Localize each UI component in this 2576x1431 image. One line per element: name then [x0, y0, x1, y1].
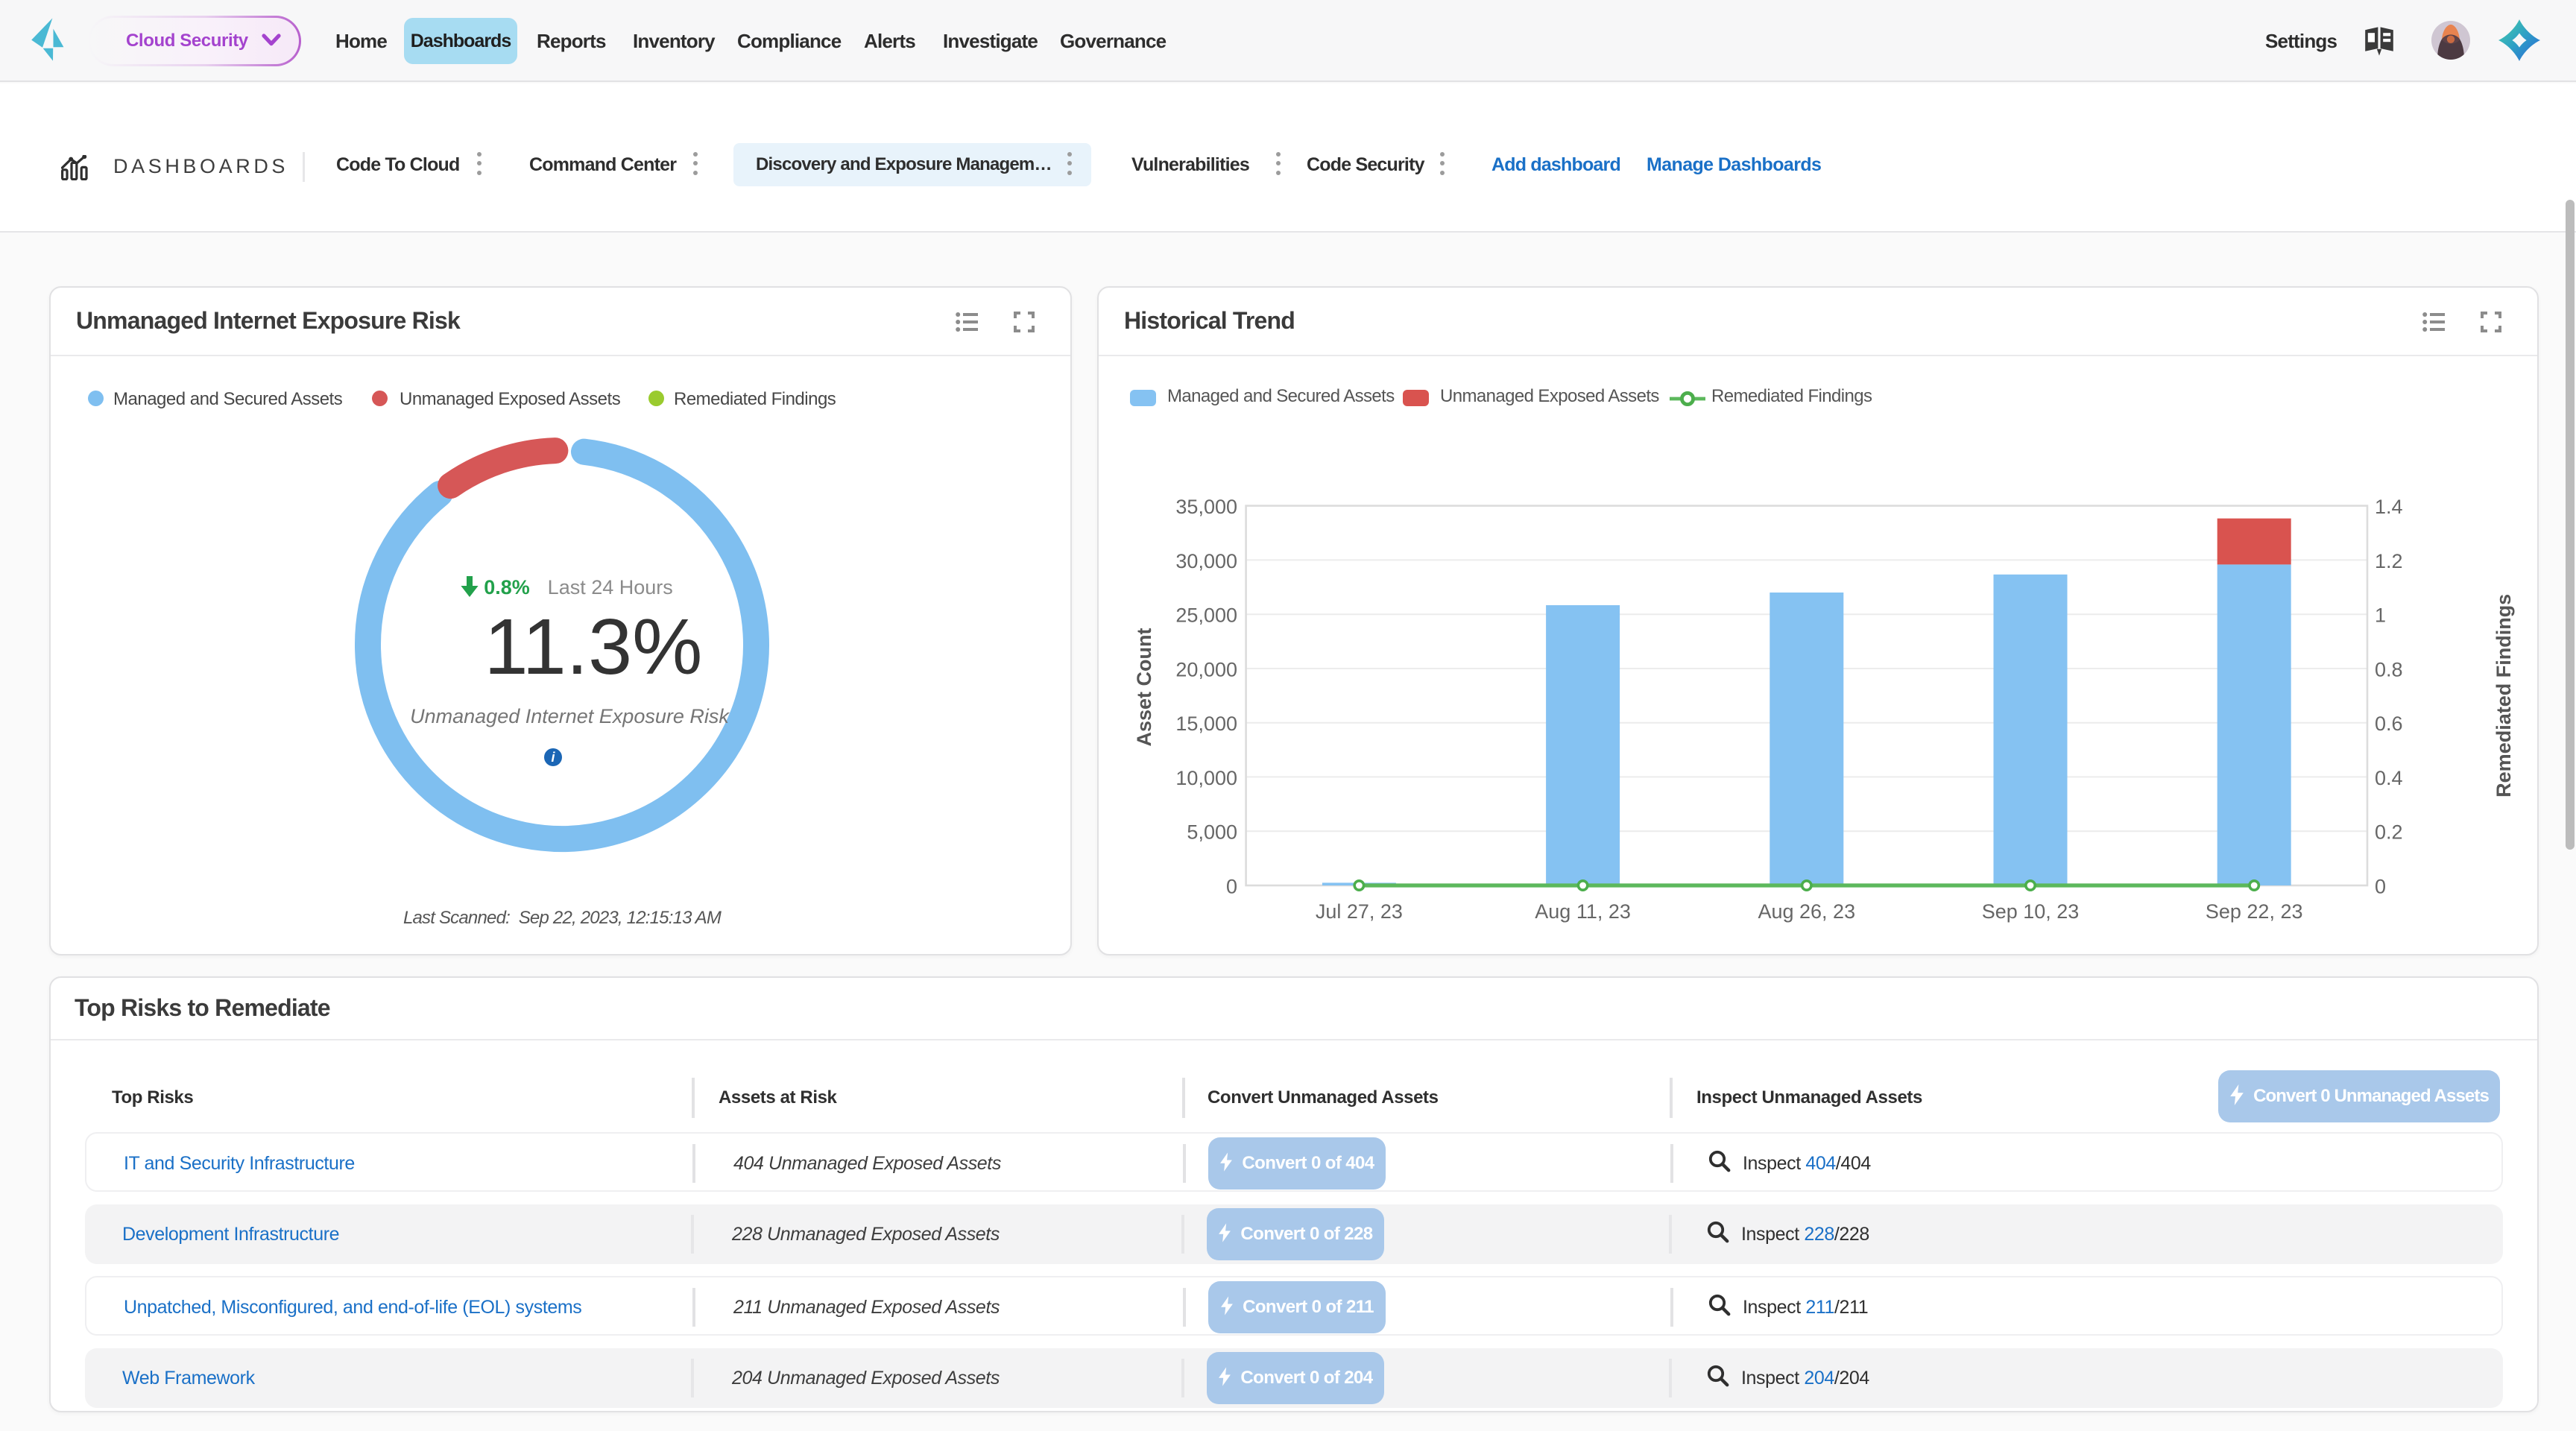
svg-text:Aug 11, 23: Aug 11, 23 — [1535, 900, 1631, 923]
svg-text:Jul 27, 23: Jul 27, 23 — [1316, 900, 1403, 923]
svg-text:0.6: 0.6 — [2375, 713, 2403, 735]
svg-text:0.4: 0.4 — [2375, 767, 2403, 789]
svg-text:15,000: 15,000 — [1175, 713, 1237, 735]
svg-text:10,000: 10,000 — [1175, 767, 1237, 789]
svg-text:Remediated Findings: Remediated Findings — [2493, 594, 2515, 797]
svg-text:0.2: 0.2 — [2375, 821, 2403, 844]
svg-text:0: 0 — [2375, 875, 2386, 897]
svg-text:20,000: 20,000 — [1175, 658, 1237, 680]
svg-text:Sep 10, 23: Sep 10, 23 — [1982, 900, 2080, 923]
svg-text:Sep 22, 23: Sep 22, 23 — [2206, 900, 2303, 923]
svg-text:30,000: 30,000 — [1175, 550, 1237, 572]
svg-text:5,000: 5,000 — [1187, 821, 1237, 844]
svg-text:25,000: 25,000 — [1175, 604, 1237, 627]
svg-text:1: 1 — [2375, 604, 2386, 627]
svg-text:Asset Count: Asset Count — [1133, 628, 1155, 746]
svg-text:35,000: 35,000 — [1175, 496, 1237, 518]
svg-text:Aug 26, 23: Aug 26, 23 — [1758, 900, 1855, 923]
svg-text:0: 0 — [1226, 875, 1237, 897]
svg-text:1.2: 1.2 — [2375, 550, 2403, 572]
svg-text:0.8: 0.8 — [2375, 658, 2403, 680]
svg-text:1.4: 1.4 — [2375, 496, 2403, 518]
